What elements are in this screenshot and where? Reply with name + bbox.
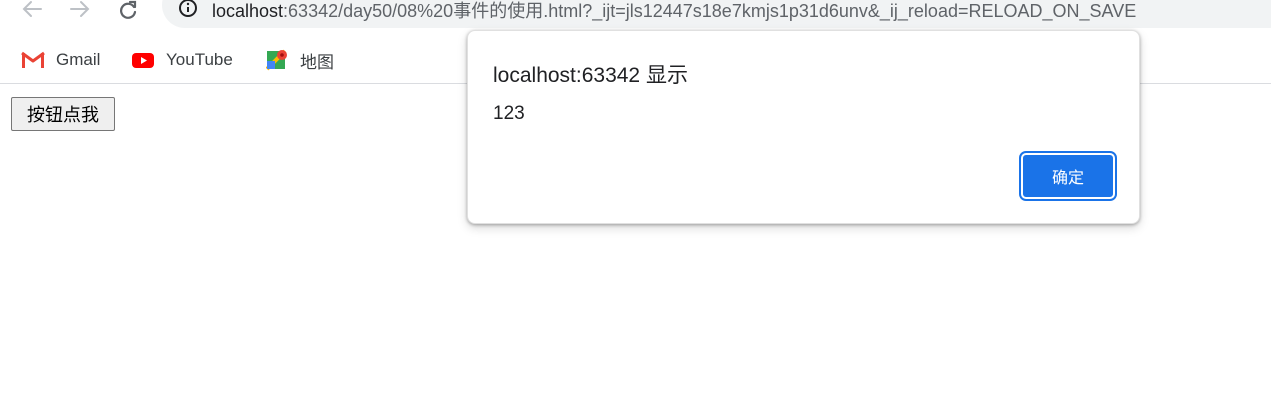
info-icon[interactable] — [178, 0, 198, 20]
youtube-icon — [130, 50, 156, 70]
url-path: :63342/day50/08%20事件的使用.html?_ijt=jls124… — [283, 1, 1137, 21]
bookmark-gmail[interactable]: Gmail — [20, 46, 100, 74]
ok-button[interactable]: 确定 — [1019, 151, 1117, 201]
click-me-button[interactable]: 按钮点我 — [11, 97, 115, 131]
url-host: localhost — [212, 1, 284, 21]
alert-dialog: localhost:63342 显示 123 确定 — [467, 30, 1140, 224]
bookmark-maps[interactable]: 地图 — [264, 46, 334, 74]
gmail-icon — [20, 50, 46, 70]
reload-icon — [120, 0, 137, 19]
bookmark-label: 地图 — [300, 52, 334, 72]
maps-icon — [264, 49, 290, 71]
reload-button[interactable] — [114, 0, 142, 20]
back-button[interactable] — [18, 0, 46, 20]
bookmark-label: Gmail — [56, 50, 101, 69]
arrow-right-icon — [70, 1, 90, 17]
url-text[interactable]: localhost:63342/day50/08%20事件的使用.html?_i… — [212, 0, 1136, 23]
bookmark-label: YouTube — [166, 50, 233, 69]
dialog-message: 123 — [493, 103, 525, 124]
dialog-title: localhost:63342 显示 — [493, 64, 688, 87]
bookmark-youtube[interactable]: YouTube — [130, 46, 233, 74]
forward-button[interactable] — [66, 0, 94, 20]
arrow-left-icon — [22, 1, 42, 17]
